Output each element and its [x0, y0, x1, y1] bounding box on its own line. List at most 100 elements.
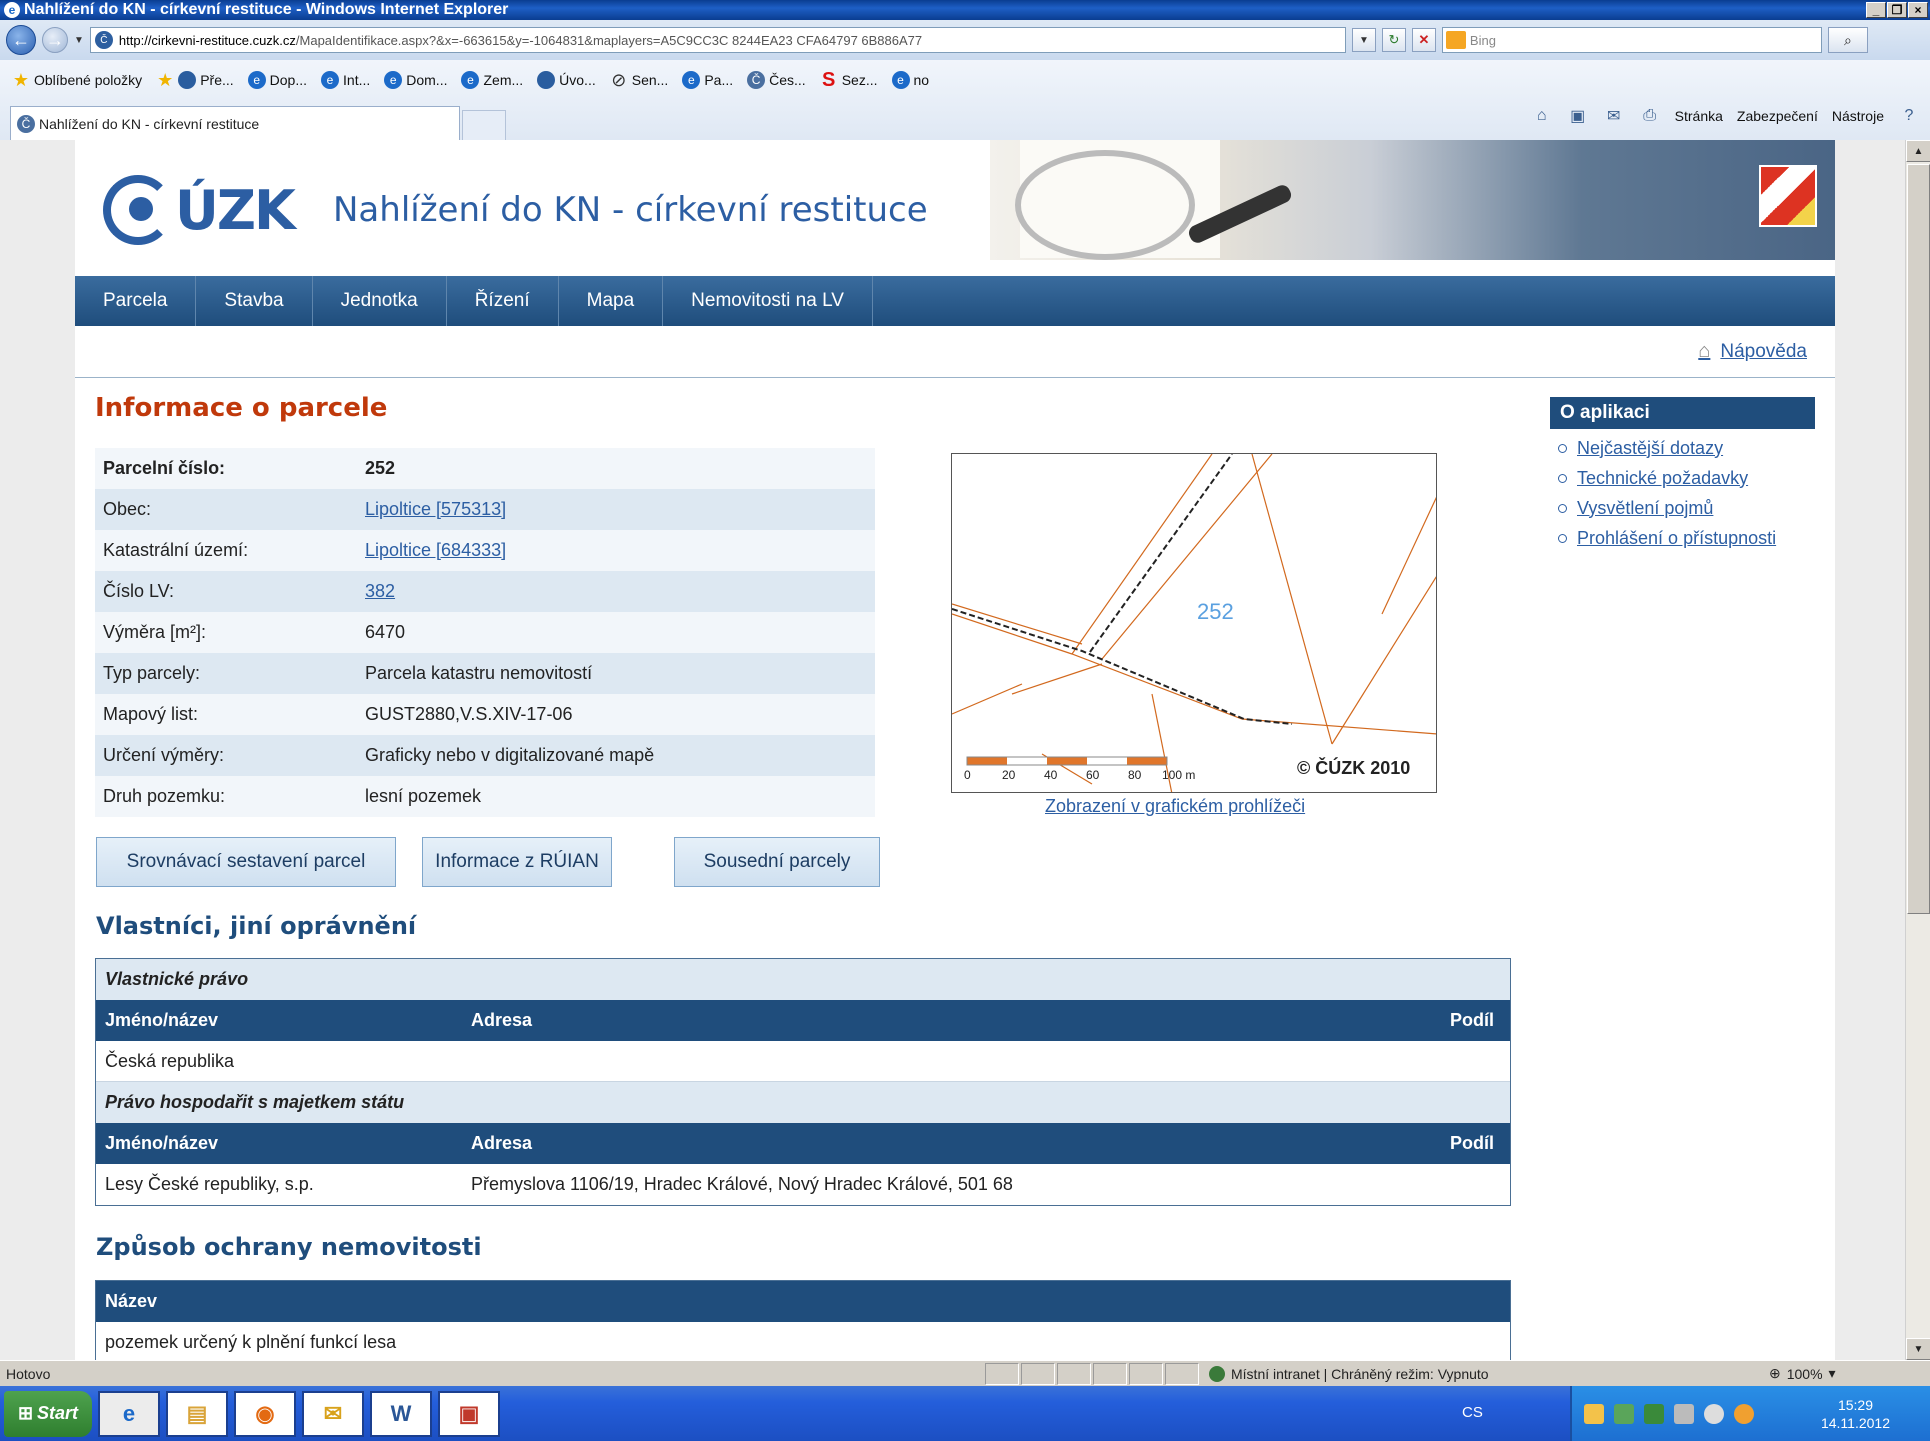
fav-item-11[interactable]: e no [891, 71, 929, 89]
scroll-up-icon[interactable]: ▲ [1906, 140, 1930, 162]
owners-subheader: Právo hospodařit s majetkem státu [96, 1082, 1510, 1123]
owners-heading: Vlastníci, jiní oprávnění [96, 912, 417, 940]
restore-button[interactable]: ❐ [1887, 2, 1907, 18]
language-indicator[interactable]: CS [1462, 1404, 1483, 1421]
back-button[interactable]: ← [6, 25, 36, 55]
fav-item-2[interactable]: e Dop... [247, 71, 307, 89]
clock[interactable]: 15:29 14.11.2012 [1821, 1396, 1890, 1432]
nav-jednotka[interactable]: Jednotka [313, 276, 447, 326]
fav-item-7[interactable]: ⊘ Sen... [610, 70, 668, 90]
fav-item-4[interactable]: e Dom... [384, 71, 447, 89]
zoom-control[interactable]: ⊕ 100% ▾ [1769, 1365, 1836, 1382]
forward-button[interactable]: → [42, 27, 68, 53]
bing-icon [1445, 31, 1466, 49]
header-banner-image [990, 140, 1835, 260]
cadastral-area-link[interactable]: Lipoltice [684333] [365, 540, 506, 560]
table-row: Mapový list: GUST2880,V.S.XIV-17-06 [95, 694, 875, 735]
address-bar: ← → ▼ Č http://cirkevni-restituce.cuzk.c… [0, 20, 1930, 60]
nav-nemovitosti-lv[interactable]: Nemovitosti na LV [663, 276, 873, 326]
favorites-button[interactable]: ★ Oblíbené položky [12, 69, 142, 90]
glossary-link[interactable]: Vysvětlení pojmů [1577, 498, 1713, 519]
media-icon: ◉ [255, 1400, 275, 1426]
refresh-button[interactable]: ↻ [1381, 28, 1406, 52]
stop-button[interactable]: ✕ [1411, 28, 1436, 52]
fav-item-10[interactable]: S Sez... [820, 69, 877, 91]
print-icon[interactable]: ⎙ [1639, 106, 1661, 126]
scroll-down-icon[interactable]: ▼ [1906, 1338, 1930, 1360]
mail-icon: ✉ [323, 1400, 343, 1426]
tech-requirements-link[interactable]: Technické požadavky [1577, 468, 1748, 489]
nav-mapa[interactable]: Mapa [559, 276, 664, 326]
fav-item-1[interactable]: ★ Pře... [156, 70, 234, 90]
parcel-map[interactable]: 252 0 20 40 60 80 100 m © ČÚZK 2010 [951, 453, 1437, 793]
taskbar-app[interactable]: ▣ [438, 1390, 500, 1437]
new-tab-button[interactable] [462, 110, 506, 140]
bullet-icon [1558, 503, 1567, 513]
taskbar-outlook[interactable]: ✉ [302, 1390, 364, 1437]
svg-text:100 m: 100 m [1162, 768, 1195, 782]
taskbar-explorer[interactable]: ▤ [166, 1390, 228, 1437]
table-row: pozemek určený k plnění funkcí lesa [96, 1322, 1510, 1360]
cuzk-logo[interactable]: ÚZK [103, 175, 296, 245]
vertical-scrollbar[interactable]: ▲ ▼ [1905, 140, 1930, 1360]
page-menu[interactable]: Stránka [1675, 108, 1723, 124]
tray-mail-icon[interactable] [1584, 1403, 1604, 1424]
obec-link[interactable]: Lipoltice [575313] [365, 499, 506, 519]
tray-device-icon[interactable] [1674, 1403, 1694, 1424]
lv-number-link[interactable]: 382 [365, 581, 395, 601]
fav-item-8[interactable]: e Pa... [682, 71, 733, 89]
feeds-icon[interactable]: ▣ [1567, 106, 1589, 126]
url-dropdown-button[interactable]: ▼ [1351, 28, 1376, 52]
fav-item-6[interactable]: Úvo... [537, 71, 596, 89]
faq-link[interactable]: Nejčastější dotazy [1577, 438, 1723, 459]
security-menu[interactable]: Zabezpečení [1737, 108, 1818, 124]
fav-item-5[interactable]: e Zem... [461, 71, 523, 89]
start-button[interactable]: ⊞ Start [4, 1390, 92, 1437]
history-dropdown-icon[interactable]: ▼ [74, 35, 84, 46]
accessibility-link[interactable]: Prohlášení o přístupnosti [1577, 528, 1776, 549]
close-button[interactable]: × [1908, 2, 1928, 18]
search-button[interactable]: ⌕ [1827, 27, 1868, 53]
fav-item-9[interactable]: Č Čes... [747, 71, 806, 89]
nav-rizeni[interactable]: Řízení [447, 276, 559, 326]
site-favicon-icon: Č [94, 31, 113, 49]
table-row: Výměra [m²]: 6470 [95, 612, 875, 653]
browser-tab[interactable]: Č Nahlížení do KN - církevní restituce [10, 106, 460, 140]
cuzk-icon: Č [747, 71, 766, 89]
tools-menu[interactable]: Nástroje [1832, 108, 1884, 124]
scroll-thumb[interactable] [1907, 164, 1930, 914]
minimize-button[interactable]: _ [1866, 2, 1886, 18]
list-item: Technické požadavky [1550, 463, 1815, 493]
list-item: Prohlášení o přístupnosti [1550, 523, 1815, 553]
nav-parcela[interactable]: Parcela [75, 276, 197, 326]
taskbar-media[interactable]: ◉ [234, 1390, 296, 1437]
url-input[interactable]: Č http://cirkevni-restituce.cuzk.cz/Mapa… [89, 27, 1346, 53]
tray-network-icon[interactable] [1614, 1403, 1634, 1424]
cuzk-icon: Č [17, 114, 35, 133]
system-tray: CS 15:29 14.11.2012 [1462, 1386, 1930, 1441]
window-titlebar: e Nahlížení do KN - církevní restituce -… [0, 0, 1930, 20]
help-icon[interactable]: ? [1898, 106, 1920, 126]
ruian-info-button[interactable]: Informace z RÚIAN [422, 837, 612, 887]
taskbar-ie[interactable]: e [98, 1390, 160, 1437]
home-icon[interactable]: ⌂ [1531, 106, 1553, 126]
help-link[interactable]: ⌂ Nápověda [1698, 340, 1807, 363]
neighbor-parcels-button[interactable]: Sousední parcely [674, 837, 880, 887]
security-zone[interactable]: Místní intranet | Chráněný režim: Vypnut… [1209, 1365, 1749, 1382]
tray-update-icon[interactable] [1734, 1403, 1754, 1424]
tray-green-icon[interactable] [1644, 1403, 1664, 1424]
mail-icon[interactable]: ✉ [1603, 106, 1625, 126]
ie-page-icon: e [682, 71, 701, 89]
svg-text:20: 20 [1002, 768, 1016, 782]
taskbar-word[interactable]: W [370, 1390, 432, 1437]
fav-item-3[interactable]: e Int... [321, 71, 370, 89]
search-input[interactable]: Bing [1441, 27, 1822, 53]
app-icon: ▣ [458, 1400, 480, 1426]
owners-subheader: Vlastnické právo [96, 959, 1510, 1000]
star-icon: ★ [12, 69, 30, 90]
compare-parcels-button[interactable]: Srovnávací sestavení parcel [96, 837, 396, 887]
nav-stavba[interactable]: Stavba [196, 276, 313, 326]
magnifier-decoration-icon [1015, 150, 1195, 260]
graphic-viewer-link[interactable]: Zobrazení v grafickém prohlížeči [1045, 796, 1305, 817]
volume-icon[interactable] [1704, 1403, 1724, 1424]
